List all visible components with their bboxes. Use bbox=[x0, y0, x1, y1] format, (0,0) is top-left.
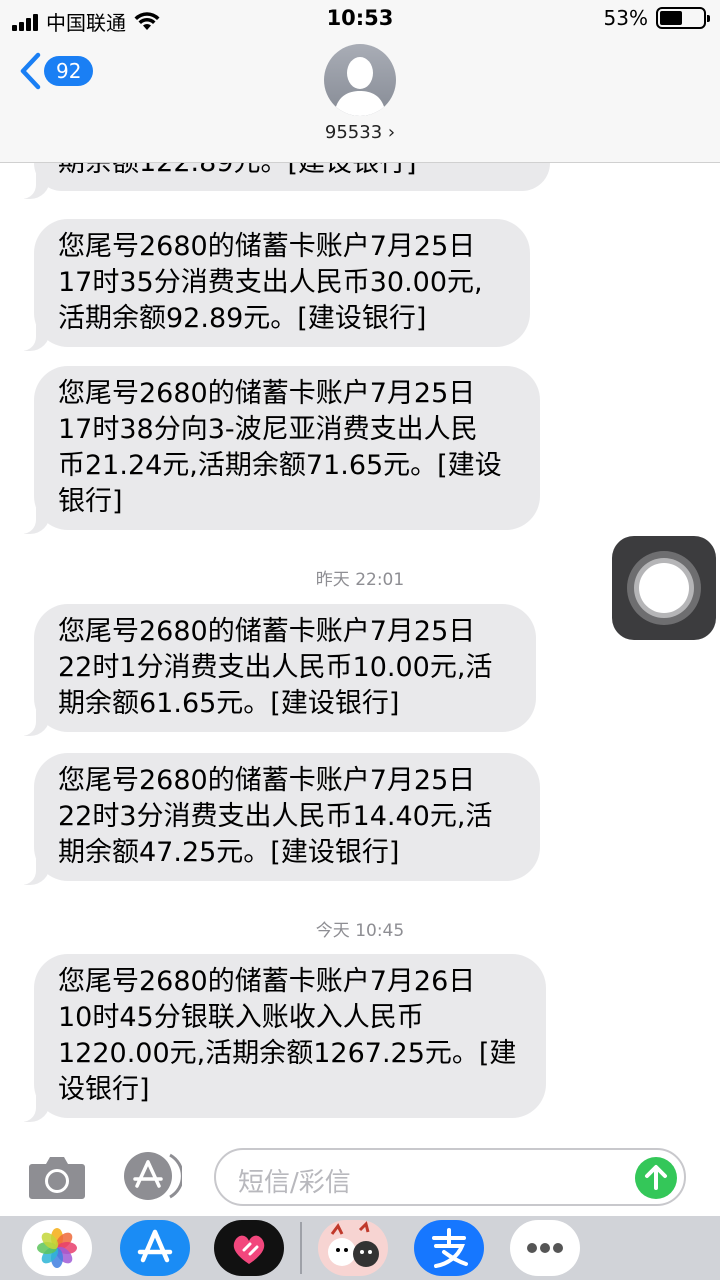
camera-icon[interactable] bbox=[28, 1154, 86, 1200]
timestamp: 今天 10:45 bbox=[315, 921, 405, 941]
status-bar: 中国联通 10:53 53% bbox=[0, 0, 720, 38]
message-bubble[interactable]: 您尾号2680的储蓄卡账户7月26日 10时45分银联入账收入人民币 1220.… bbox=[34, 954, 546, 1118]
battery-percent: 53% bbox=[603, 6, 648, 30]
send-button[interactable] bbox=[635, 1157, 677, 1199]
alipay-app-icon[interactable] bbox=[414, 1220, 484, 1276]
message-input[interactable]: 短信/彩信 bbox=[214, 1148, 686, 1206]
contact-avatar[interactable] bbox=[324, 44, 396, 116]
contact-name[interactable]: 95533 › bbox=[0, 122, 720, 143]
message-text: 您尾号2680的储蓄卡账户7月25日 17时38分向3-波尼亚消费支出人民 币2… bbox=[58, 378, 502, 517]
message-thread[interactable]: 期余额122.89元。[建设银行] 您尾号2680的储蓄卡账户7月25日 17时… bbox=[0, 163, 720, 1125]
bubble-tail bbox=[10, 173, 50, 199]
message-bubble[interactable]: 您尾号2680的储蓄卡账户7月25日 17时38分向3-波尼亚消费支出人民 币2… bbox=[34, 366, 540, 530]
app-store-icon[interactable] bbox=[120, 1151, 182, 1201]
bubble-tail bbox=[10, 710, 50, 736]
compose-bar: 短信/彩信 bbox=[0, 1136, 720, 1216]
message-bubble[interactable]: 您尾号2680的储蓄卡账户7月25日 22时3分消费支出人民币14.40元,活 … bbox=[34, 753, 540, 881]
battery-icon bbox=[656, 7, 710, 29]
drawer-divider bbox=[300, 1222, 302, 1274]
conversation-header: 92 95533 › bbox=[0, 38, 720, 163]
message-text: 您尾号2680的储蓄卡账户7月25日 22时3分消费支出人民币14.40元,活 … bbox=[58, 765, 493, 868]
bubble-tail bbox=[10, 325, 50, 351]
message-text: 您尾号2680的储蓄卡账户7月25日 17时35分消费支出人民币30.00元, … bbox=[58, 231, 483, 334]
message-bubble[interactable]: 您尾号2680的储蓄卡账户7月25日 17时35分消费支出人民币30.00元, … bbox=[34, 219, 530, 347]
send-arrow-icon bbox=[645, 1165, 667, 1190]
unread-count-badge: 92 bbox=[44, 56, 94, 86]
message-text: 您尾号2680的储蓄卡账户7月25日 22时1分消费支出人民币10.00元,活 … bbox=[58, 616, 493, 719]
app-drawer bbox=[0, 1216, 720, 1280]
message-text: 期余额122.89元。[建设银行] bbox=[58, 163, 526, 181]
assistive-touch-icon bbox=[639, 563, 689, 613]
input-placeholder: 短信/彩信 bbox=[238, 1168, 351, 1198]
message-text: 您尾号2680的储蓄卡账户7月26日 10时45分银联入账收入人民币 1220.… bbox=[58, 966, 517, 1105]
digital-touch-icon[interactable] bbox=[214, 1220, 284, 1276]
app-store-app-icon[interactable] bbox=[120, 1220, 190, 1276]
person-icon bbox=[334, 57, 386, 116]
chevron-left-icon bbox=[20, 52, 41, 90]
photos-app-icon[interactable] bbox=[22, 1220, 92, 1276]
bubble-tail bbox=[10, 508, 50, 534]
message-bubble[interactable]: 期余额122.89元。[建设银行] bbox=[34, 163, 550, 191]
battery-level bbox=[660, 11, 683, 25]
sticker-app-icon[interactable] bbox=[318, 1220, 388, 1276]
message-bubble[interactable]: 您尾号2680的储蓄卡账户7月25日 22时1分消费支出人民币10.00元,活 … bbox=[34, 604, 536, 732]
bubble-tail bbox=[10, 1096, 50, 1122]
assistive-touch-button[interactable] bbox=[612, 536, 716, 640]
bubble-tail bbox=[10, 859, 50, 885]
battery-status: 53% bbox=[603, 6, 710, 30]
back-button[interactable]: 92 bbox=[18, 52, 94, 90]
more-apps-icon[interactable] bbox=[510, 1220, 580, 1276]
